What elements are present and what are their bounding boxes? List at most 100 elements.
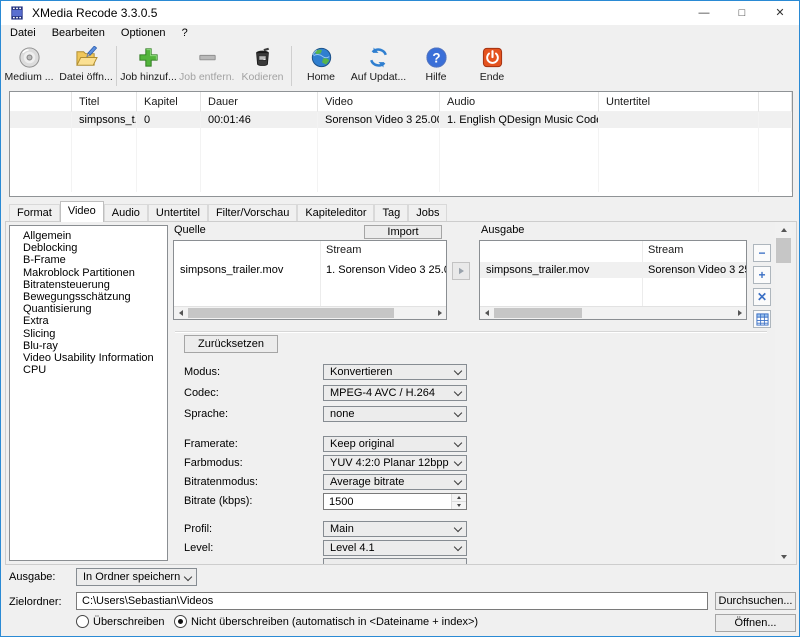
level-value: Level 4.1 [330, 542, 375, 554]
column-kapitel[interactable]: Kapitel [137, 92, 201, 112]
chevron-down-icon [454, 524, 462, 532]
column-video[interactable]: Video [318, 92, 440, 112]
source-row[interactable]: simpsons_trailer.mov 1. Sorenson Video 3… [174, 262, 446, 278]
spin-down-arrow-icon[interactable] [452, 502, 466, 510]
toolbar-separator [116, 46, 117, 86]
framerate-select[interactable]: Keep original [323, 436, 467, 452]
scrollbar-thumb[interactable] [188, 308, 394, 318]
clipped-next-select [323, 558, 467, 564]
job-cell-untertitel [599, 112, 759, 128]
column-dauer[interactable]: Dauer [201, 92, 318, 112]
svg-text:?: ? [432, 50, 440, 65]
scroll-right-arrow-icon[interactable] [733, 307, 746, 319]
bitrate-input[interactable] [324, 494, 451, 509]
settings-tab-bar: Format Video Audio Untertitel Filter/Vor… [9, 204, 447, 222]
category-cpu[interactable]: CPU [23, 364, 167, 376]
minimize-button[interactable]: — [685, 1, 723, 25]
category-allgemein[interactable]: Allgemein [23, 230, 167, 242]
chevron-down-icon [454, 458, 462, 466]
menu-bearbeiten[interactable]: Bearbeiten [44, 25, 113, 42]
sprache-select[interactable]: none [323, 406, 467, 422]
scroll-up-arrow-icon[interactable] [775, 222, 792, 237]
remove-stream-button[interactable]: − [753, 244, 771, 262]
no-overwrite-radio[interactable] [174, 615, 187, 628]
grid-icon [756, 313, 769, 326]
category-bewegungsschaetzung[interactable]: Bewegungsschätzung [23, 291, 167, 303]
spin-up-arrow-icon[interactable] [452, 494, 466, 502]
plus-icon: + [758, 269, 765, 281]
help-button-label: Hilfe [408, 71, 464, 83]
medium-button[interactable]: Medium ... [1, 45, 57, 83]
scrollbar-thumb[interactable] [776, 238, 791, 263]
farbmodus-select[interactable]: YUV 4:2:0 Planar 12bpp [323, 455, 467, 471]
overwrite-radio[interactable] [76, 615, 89, 628]
delete-stream-button[interactable]: ✕ [753, 288, 771, 306]
menu-optionen[interactable]: Optionen [113, 25, 174, 42]
category-deblocking[interactable]: Deblocking [23, 242, 167, 254]
scroll-down-arrow-icon[interactable] [775, 549, 792, 564]
menu-help[interactable]: ? [174, 25, 196, 42]
level-select[interactable]: Level 4.1 [323, 540, 467, 556]
codec-select[interactable]: MPEG-4 AVC / H.264 [323, 385, 467, 401]
job-row-empty [10, 176, 792, 192]
scroll-right-arrow-icon[interactable] [433, 307, 446, 319]
add-job-button[interactable]: Job hinzuf... [118, 45, 179, 83]
modus-select[interactable]: Konvertieren [323, 364, 467, 380]
power-icon [481, 46, 504, 69]
help-button[interactable]: ? Hilfe [408, 45, 464, 83]
no-overwrite-radio-label[interactable]: Nicht überschreiben (automatisch in <Dat… [191, 615, 478, 629]
scroll-left-arrow-icon[interactable] [480, 307, 493, 319]
category-quantisierung[interactable]: Quantisierung [23, 303, 167, 315]
tab-kapiteleditor[interactable]: Kapiteleditor [297, 204, 374, 222]
tab-jobs[interactable]: Jobs [408, 204, 447, 222]
open-button[interactable]: Öffnen... [715, 614, 796, 632]
close-button[interactable]: ✕ [761, 1, 799, 25]
category-extra[interactable]: Extra [23, 315, 167, 327]
source-horizontal-scrollbar[interactable] [174, 306, 446, 319]
spinner-buttons [451, 494, 466, 509]
transfer-stream-button[interactable] [452, 262, 470, 280]
job-row-selected[interactable]: simpsons_t... 0 00:01:46 Sorenson Video … [10, 112, 792, 128]
import-button[interactable]: Import [364, 225, 442, 239]
home-button[interactable]: Home [293, 45, 349, 83]
target-dir-input[interactable] [76, 592, 708, 610]
source-stream-column-header[interactable]: Stream [326, 244, 361, 256]
bitratenmodus-select[interactable]: Average bitrate [323, 474, 467, 490]
scroll-left-arrow-icon[interactable] [174, 307, 187, 319]
reset-button[interactable]: Zurücksetzen [184, 335, 278, 353]
column-titel[interactable]: Titel [72, 92, 137, 112]
output-stream-column-header[interactable]: Stream [648, 244, 683, 256]
tab-untertitel[interactable]: Untertitel [148, 204, 208, 222]
update-button[interactable]: Auf Updat... [349, 45, 408, 83]
add-stream-button[interactable]: + [753, 266, 771, 284]
category-blu-ray[interactable]: Blu-ray [23, 340, 167, 352]
category-vui[interactable]: Video Usability Information [23, 352, 167, 364]
tab-format[interactable]: Format [9, 204, 60, 222]
category-bitratensteuerung[interactable]: Bitratensteuerung [23, 279, 167, 291]
output-horizontal-scrollbar[interactable] [480, 306, 746, 319]
output-row[interactable]: simpsons_trailer.mov Sorenson Video 3 25… [480, 262, 746, 278]
maximize-button[interactable]: □ [723, 1, 761, 25]
quit-button[interactable]: Ende [464, 45, 520, 83]
profil-select[interactable]: Main [323, 521, 467, 537]
menu-datei[interactable]: Datei [2, 25, 44, 42]
category-makroblock[interactable]: Makroblock Partitionen [23, 267, 167, 279]
column-icon-spacer[interactable] [10, 92, 72, 112]
menu-bar: Datei Bearbeiten Optionen ? [1, 25, 799, 42]
browse-button[interactable]: Durchsuchen... [715, 592, 796, 610]
category-slicing[interactable]: Slicing [23, 328, 167, 340]
overwrite-radio-label[interactable]: Überschreiben [93, 615, 165, 629]
scrollbar-thumb[interactable] [494, 308, 582, 318]
tab-video[interactable]: Video [60, 201, 104, 222]
panel-vertical-scrollbar[interactable] [775, 222, 792, 564]
open-file-button[interactable]: Datei öffn... [57, 45, 115, 83]
category-b-frame[interactable]: B-Frame [23, 254, 167, 266]
tab-audio[interactable]: Audio [104, 204, 148, 222]
output-mode-select[interactable]: In Ordner speichern [76, 568, 197, 586]
tab-filter-vorschau[interactable]: Filter/Vorschau [208, 204, 297, 222]
output-stream-cell: Sorenson Video 3 25.00 Hz, [642, 262, 746, 278]
column-untertitel[interactable]: Untertitel [599, 92, 759, 112]
column-audio[interactable]: Audio [440, 92, 599, 112]
tab-tag[interactable]: Tag [374, 204, 408, 222]
stream-grid-view-button[interactable] [753, 310, 771, 328]
